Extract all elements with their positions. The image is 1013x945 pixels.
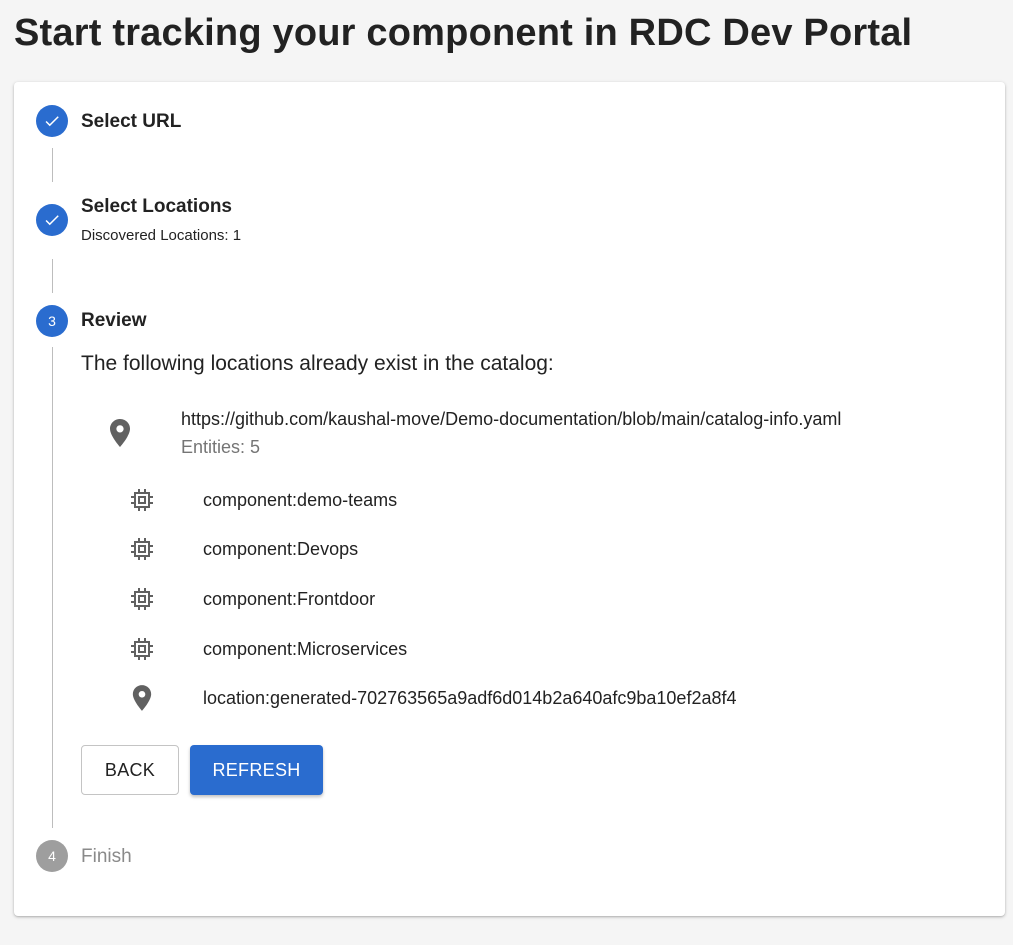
step-2-check-icon xyxy=(36,204,68,236)
entity-label: component:demo-teams xyxy=(203,489,398,510)
entity-label: location:generated-702763565a9adf6d014b2… xyxy=(203,687,737,708)
step-3-number-icon: 3 xyxy=(36,305,68,337)
entity-label: component:Microservices xyxy=(203,638,408,659)
step-2-label: Select Locations xyxy=(81,196,232,217)
step-connector xyxy=(52,347,53,828)
entity-label: component:Devops xyxy=(203,538,359,559)
location-pin-icon xyxy=(128,684,156,712)
step-1-label: Select URL xyxy=(81,111,182,132)
step-3-label: Review xyxy=(81,310,147,331)
entity-row: component:Frontdoor xyxy=(128,584,375,614)
location-entities-count: Entities: 5 xyxy=(181,437,261,457)
location-url: https://github.com/kaushal-move/Demo-doc… xyxy=(181,409,842,429)
entity-row: component:Devops xyxy=(128,534,358,564)
stepper-card: Select URL Select Locations Discovered L… xyxy=(14,82,1005,916)
location-pin-icon xyxy=(108,418,132,453)
refresh-button[interactable]: REFRESH xyxy=(190,745,323,795)
review-heading: The following locations already exist in… xyxy=(81,352,554,375)
step-3-number: 3 xyxy=(48,313,56,329)
step-4-label: Finish xyxy=(81,846,132,867)
component-chip-icon xyxy=(128,535,156,563)
back-button[interactable]: BACK xyxy=(81,745,179,795)
entity-label: component:Frontdoor xyxy=(203,588,376,609)
component-chip-icon xyxy=(128,635,156,663)
entity-row: component:Microservices xyxy=(128,634,407,664)
step-4-number: 4 xyxy=(48,848,56,864)
component-chip-icon xyxy=(128,486,156,514)
step-connector xyxy=(52,259,53,293)
component-chip-icon xyxy=(128,585,156,613)
page-title: Start tracking your component in RDC Dev… xyxy=(14,12,913,54)
step-4-number-icon: 4 xyxy=(36,840,68,872)
step-connector xyxy=(52,148,53,182)
entity-row: location:generated-702763565a9adf6d014b2… xyxy=(128,683,737,713)
step-1-check-icon xyxy=(36,105,68,137)
step-2-caption: Discovered Locations: 1 xyxy=(81,227,242,244)
entity-row: component:demo-teams xyxy=(128,485,397,515)
